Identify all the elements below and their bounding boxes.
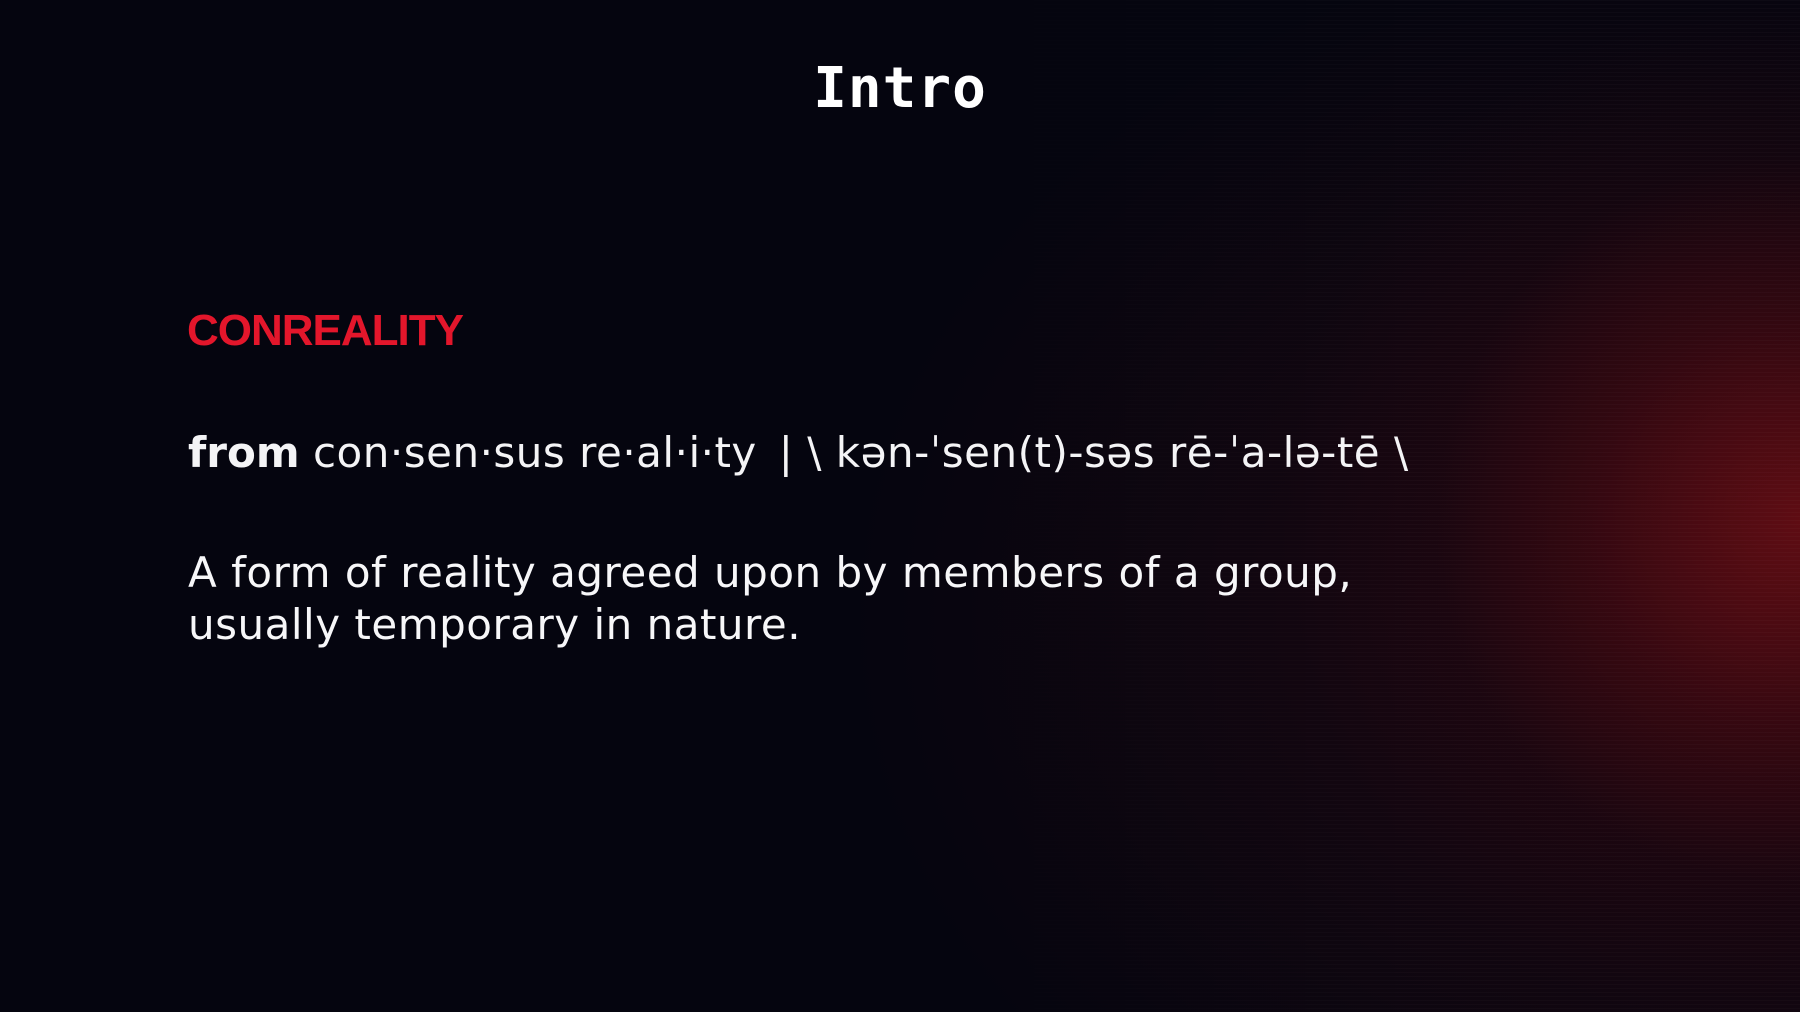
definition-text: A form of reality agreed upon by members… [188, 548, 1353, 649]
defined-term: CONREALITY [187, 306, 464, 355]
etymology-from-label: from [188, 428, 300, 477]
etymology-line: from con·sen·sus re·al·i·ty | \ kən-ˈsen(… [188, 428, 1409, 477]
etymology-source-phrase: con·sen·sus re·al·i·ty [312, 428, 757, 477]
background-red-glow [0, 0, 1800, 1012]
background-scanlines [900, 0, 1800, 1012]
pronunciation: | \ kən-ˈsen(t)-səs rē-ˈa-lə-tē \ [778, 428, 1409, 477]
slide-title: Intro [813, 56, 987, 121]
